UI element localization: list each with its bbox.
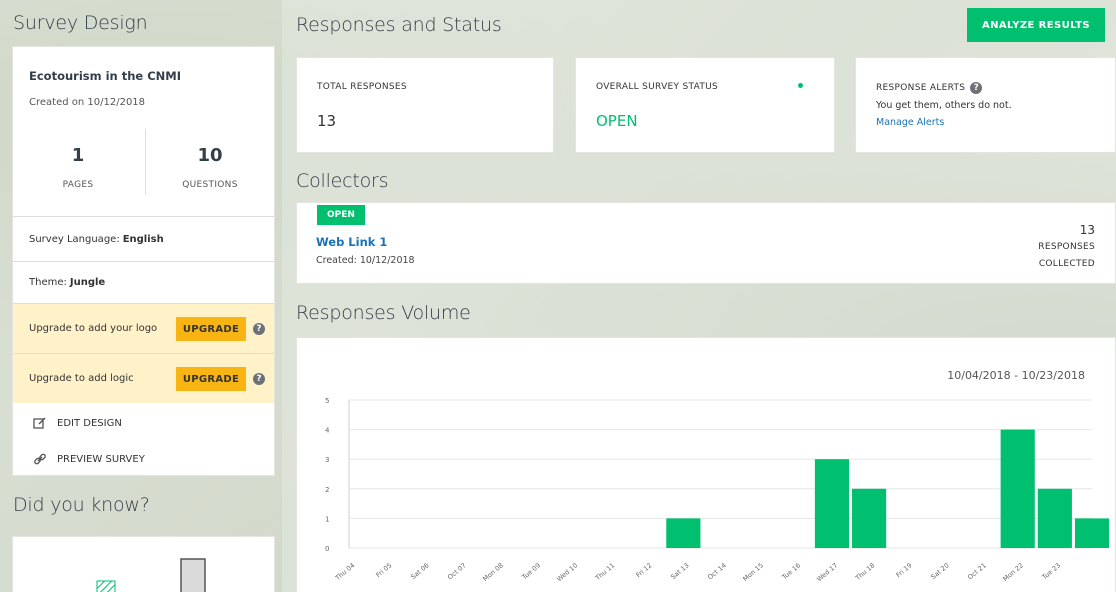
- help-icon[interactable]: ?: [253, 323, 265, 335]
- y-tick-label: 4: [325, 427, 330, 435]
- x-tick-label: Wed 10: [555, 561, 579, 583]
- pages-count: 1: [71, 145, 85, 166]
- y-tick-label: 0: [325, 545, 329, 553]
- help-icon[interactable]: ?: [970, 82, 983, 94]
- survey-created-date: Created on 10/12/2018: [29, 97, 146, 108]
- survey-summary-card: Ecotourism in the CNMI Created on 10/12/…: [12, 46, 275, 476]
- questions-count: 10: [197, 145, 223, 166]
- bar: [1037, 488, 1072, 548]
- x-tick-label: Mon 08: [481, 561, 505, 583]
- edit-icon: [33, 416, 47, 430]
- survey-title: Ecotourism in the CNMI: [29, 69, 182, 83]
- status-dot-icon: [798, 83, 803, 88]
- response-alerts-header: RESPONSE ALERTS ?: [876, 82, 983, 94]
- survey-language-label: Survey Language:: [29, 233, 120, 245]
- collector-name-link[interactable]: Web Link 1: [316, 235, 387, 249]
- total-responses-label: TOTAL RESPONSES: [317, 82, 407, 92]
- x-tick-label: Mon 15: [741, 561, 765, 583]
- edit-design-label: EDIT DESIGN: [57, 417, 122, 429]
- responses-volume-heading: Responses Volume: [296, 302, 471, 324]
- x-tick-label: Oct 14: [706, 561, 728, 581]
- upgrade-logo-button[interactable]: UPGRADE: [176, 317, 246, 341]
- theme-value: Jungle: [69, 277, 106, 288]
- collectors-heading: Collectors: [296, 170, 389, 192]
- y-tick-label: 3: [325, 456, 329, 464]
- survey-status-card: OVERALL SURVEY STATUS OPEN: [575, 57, 835, 153]
- questions-label: QUESTIONS: [182, 180, 238, 190]
- pages-label: PAGES: [62, 180, 94, 190]
- collector-created-date: Created: 10/12/2018: [316, 255, 415, 266]
- did-you-know-card: [12, 536, 275, 592]
- y-tick-label: 1: [325, 515, 329, 523]
- bar: [1074, 518, 1110, 548]
- response-alerts-text: You get them, others do not.: [876, 100, 1012, 111]
- y-tick-label: 2: [325, 486, 329, 494]
- total-responses-value: 13: [317, 112, 337, 130]
- edit-design-link[interactable]: EDIT DESIGN: [33, 416, 122, 430]
- x-tick-label: Fri 05: [374, 561, 393, 579]
- collector-row[interactable]: OPEN Web Link 1 Created: 10/12/2018 13 R…: [296, 202, 1116, 284]
- x-tick-label: Thu 04: [333, 561, 356, 582]
- x-tick-label: Sat 06: [409, 561, 430, 581]
- x-tick-label: Fri 12: [634, 561, 653, 579]
- total-responses-card: TOTAL RESPONSES 13: [296, 57, 554, 153]
- responses-volume-card: 10/04/2018 - 10/23/2018 0 1 2 3 4 5 Thu 04 Fri …: [296, 337, 1116, 592]
- x-tick-label: Sat 13: [669, 561, 690, 581]
- bar: [814, 459, 850, 548]
- upgrade-logo-row: Upgrade to add your logo UPGRADE ?: [13, 303, 274, 353]
- collector-status-badge: OPEN: [317, 205, 365, 225]
- preview-survey-link[interactable]: PREVIEW SURVEY: [33, 452, 145, 466]
- collector-response-count: 13: [1079, 223, 1095, 237]
- survey-language-value: English: [122, 233, 164, 245]
- collector-count-label-2: COLLECTED: [1038, 259, 1095, 269]
- x-tick-label: Wed 17: [815, 561, 839, 583]
- bar: [666, 518, 701, 548]
- upgrade-logic-text: Upgrade to add logic: [29, 373, 134, 384]
- analyze-results-button[interactable]: ANALYZE RESULTS: [967, 8, 1105, 42]
- manage-alerts-link[interactable]: Manage Alerts: [876, 117, 944, 128]
- x-tick-label: Oct 21: [966, 561, 988, 581]
- upgrade-logic-button[interactable]: UPGRADE: [176, 367, 246, 391]
- x-tick-label: Thu 11: [593, 561, 616, 582]
- upgrade-logic-row: Upgrade to add logic UPGRADE ?: [13, 353, 274, 403]
- theme-row[interactable]: Theme: Jungle: [13, 261, 274, 303]
- link-icon: [33, 452, 47, 466]
- responses-volume-chart: 0 1 2 3 4 5 Thu 04 Fri 05 Sat 06 Oct 07 Mon 08 Tue …: [325, 397, 1110, 583]
- did-you-know-heading: Did you know?: [13, 494, 150, 516]
- x-tick-label: Sat 20: [929, 561, 950, 581]
- survey-language-row[interactable]: Survey Language: English: [13, 216, 274, 261]
- theme-label: Theme:: [29, 277, 67, 288]
- response-alerts-card: RESPONSE ALERTS ? You get them, others d…: [855, 57, 1116, 153]
- x-tick-label: Mon 22: [1001, 561, 1025, 583]
- upgrade-logo-text: Upgrade to add your logo: [29, 323, 158, 334]
- x-tick-label: Tue 09: [520, 561, 542, 582]
- x-tick-label: Tue 23: [1040, 561, 1062, 582]
- collector-count-label-1: RESPONSES: [1038, 242, 1095, 252]
- survey-status-label: OVERALL SURVEY STATUS: [596, 82, 719, 92]
- response-alerts-label: RESPONSE ALERTS: [876, 83, 966, 93]
- help-icon[interactable]: ?: [253, 373, 265, 385]
- x-tick-label: Fri 19: [895, 561, 914, 579]
- x-tick-label: Thu 18: [853, 561, 876, 582]
- preview-survey-label: PREVIEW SURVEY: [57, 453, 145, 465]
- illustration-icon: [96, 558, 206, 592]
- survey-status-value: OPEN: [596, 112, 638, 130]
- bar: [852, 488, 887, 548]
- x-tick-label: Oct 07: [446, 561, 468, 581]
- y-tick-label: 5: [325, 397, 329, 405]
- bar: [1000, 429, 1035, 548]
- responses-status-heading: Responses and Status: [296, 14, 502, 36]
- survey-design-heading: Survey Design: [13, 12, 148, 34]
- x-tick-label: Tue 16: [780, 561, 802, 582]
